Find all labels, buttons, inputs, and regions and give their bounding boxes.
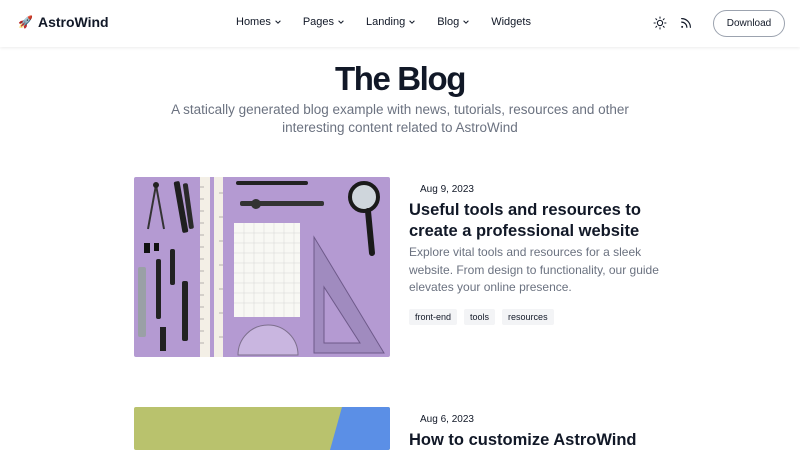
nav-widgets[interactable]: Widgets — [491, 16, 531, 28]
post-title[interactable]: How to customize AstroWind — [409, 430, 679, 450]
post-excerpt: Explore vital tools and resources for a … — [409, 245, 659, 294]
post-image[interactable] — [134, 177, 390, 357]
post-date: Aug 9, 2023 — [420, 184, 474, 195]
sun-icon[interactable] — [653, 16, 667, 30]
main-nav: Homes Pages Landing Blog Widgets — [236, 16, 531, 28]
page-subtitle: A statically generated blog example with… — [171, 102, 629, 135]
chevron-down-icon — [275, 20, 281, 24]
nav-blog[interactable]: Blog — [437, 16, 470, 28]
tag-front-end[interactable]: front-end — [409, 309, 458, 325]
rss-icon[interactable] — [679, 16, 693, 30]
post-image[interactable] — [134, 407, 390, 450]
tools-illustration — [134, 177, 390, 357]
logo-text: AstroWind — [37, 14, 109, 30]
tag-tools[interactable]: tools — [464, 309, 496, 325]
nav-landing[interactable]: Landing — [366, 16, 416, 28]
download-button[interactable]: Download — [713, 10, 785, 37]
nav-homes[interactable]: Homes — [236, 16, 282, 28]
nav-homes-label: Homes — [236, 16, 271, 28]
post-title[interactable]: Useful tools and resources to create a p… — [409, 200, 679, 242]
nav-widgets-label: Widgets — [491, 16, 531, 28]
tag-resources[interactable]: resources — [502, 309, 554, 325]
nav-pages[interactable]: Pages — [303, 16, 345, 28]
nav-landing-label: Landing — [366, 16, 406, 28]
chevron-down-icon — [463, 20, 470, 24]
page-title: The Blog — [335, 60, 466, 97]
nav-pages-label: Pages — [302, 16, 335, 28]
rocket-icon: 🚀 — [18, 15, 33, 29]
post-tags: front-end tools resources — [409, 309, 554, 325]
logo[interactable]: 🚀 AstroWind — [18, 14, 109, 30]
chevron-down-icon — [409, 20, 415, 24]
paper-illustration — [134, 407, 390, 450]
post-date: Aug 6, 2023 — [420, 414, 474, 425]
chevron-down-icon — [338, 20, 344, 24]
nav-blog-label: Blog — [437, 16, 460, 28]
site-header: 🚀 AstroWind Homes Pages Landing Blog Wid… — [0, 0, 800, 47]
